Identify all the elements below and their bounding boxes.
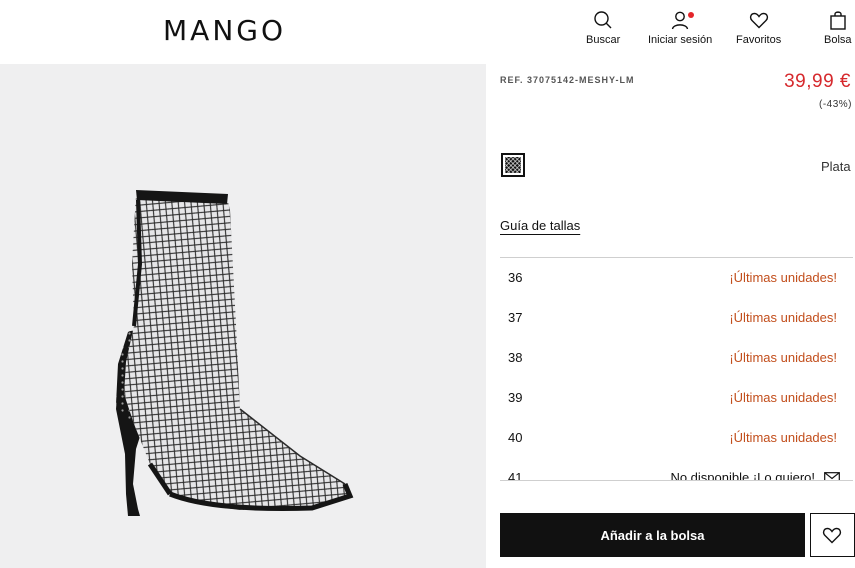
bag-label: Bolsa bbox=[824, 34, 852, 46]
login-label: Iniciar sesión bbox=[648, 34, 713, 46]
favorites-label: Favoritos bbox=[736, 34, 782, 46]
user-icon bbox=[671, 11, 689, 30]
size-status: ¡Últimas unidades! bbox=[729, 350, 837, 365]
header-nav: Buscar Iniciar sesión Favoritos Bolsa bbox=[0, 10, 855, 60]
favorites-button[interactable]: Favoritos bbox=[736, 10, 781, 46]
add-to-favorites-button[interactable] bbox=[810, 513, 855, 557]
product-image[interactable] bbox=[0, 64, 486, 568]
mail-icon[interactable] bbox=[824, 472, 840, 481]
size-option-37[interactable]: 37 ¡Últimas unidades! bbox=[500, 298, 853, 338]
search-label: Buscar bbox=[586, 34, 621, 46]
size-status: ¡Últimas unidades! bbox=[729, 390, 837, 405]
search-icon bbox=[594, 11, 612, 29]
bag-button[interactable]: Bolsa bbox=[824, 10, 852, 46]
size-number: 40 bbox=[508, 430, 523, 445]
product-reference: REF. 37075142-MESHY-LM bbox=[500, 75, 635, 85]
boot-illustration bbox=[116, 190, 354, 516]
size-number: 39 bbox=[508, 390, 523, 405]
notification-dot bbox=[688, 12, 695, 18]
search-button[interactable]: Buscar bbox=[586, 10, 620, 46]
size-status: ¡Últimas unidades! bbox=[729, 430, 837, 445]
size-number: 38 bbox=[508, 350, 523, 365]
size-option-38[interactable]: 38 ¡Últimas unidades! bbox=[500, 338, 853, 378]
size-number: 36 bbox=[508, 270, 523, 285]
size-status: No disponible ¡Lo quiero! bbox=[670, 470, 815, 481]
size-option-40[interactable]: 40 ¡Últimas unidades! bbox=[500, 418, 853, 458]
size-option-36[interactable]: 36 ¡Últimas unidades! bbox=[500, 258, 853, 298]
product-price: 39,99 € bbox=[784, 71, 851, 92]
login-button[interactable]: Iniciar sesión bbox=[648, 10, 712, 46]
add-to-bag-button[interactable]: Añadir a la bolsa bbox=[500, 513, 805, 557]
size-number: 41 bbox=[508, 470, 523, 481]
size-status: ¡Últimas unidades! bbox=[729, 310, 837, 325]
color-name: Plata bbox=[821, 159, 851, 174]
size-number: 37 bbox=[508, 310, 523, 325]
size-status: ¡Últimas unidades! bbox=[729, 270, 837, 285]
color-swatch-silver[interactable] bbox=[501, 153, 525, 177]
size-list: 36 ¡Últimas unidades! 37 ¡Últimas unidad… bbox=[500, 257, 853, 481]
heart-icon bbox=[822, 527, 842, 544]
discount-badge: (-43%) bbox=[818, 99, 852, 110]
size-option-41[interactable]: 41 No disponible ¡Lo quiero! bbox=[500, 458, 853, 481]
size-guide-link[interactable]: Guía de tallas bbox=[500, 218, 580, 233]
heart-icon bbox=[749, 12, 768, 29]
swatch-pattern bbox=[505, 157, 521, 173]
site-header: MANGO Buscar Iniciar sesión Favoritos Bo… bbox=[0, 0, 855, 64]
bag-icon bbox=[830, 11, 846, 30]
size-option-39[interactable]: 39 ¡Últimas unidades! bbox=[500, 378, 853, 418]
